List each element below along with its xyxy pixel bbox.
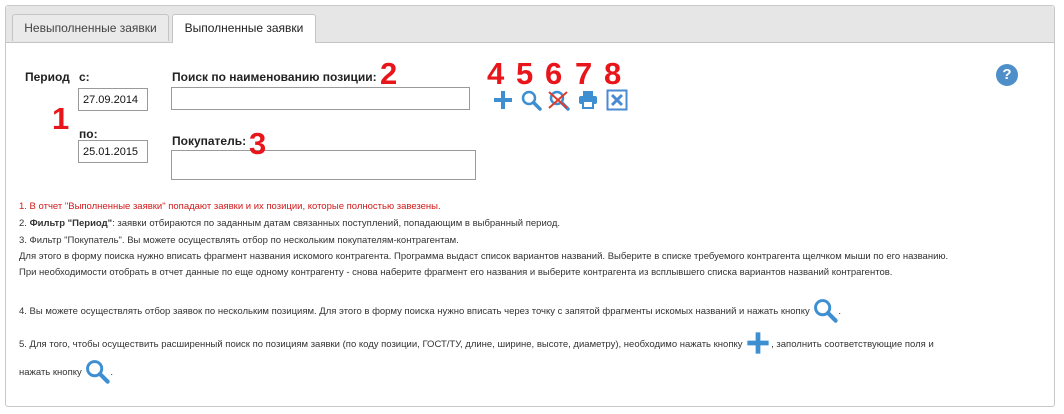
note-2-rest: : заявки отбираются по заданным датам св… <box>112 218 561 229</box>
note-4-end: . <box>838 306 841 318</box>
note-3-extra: При необходимости отобрать в отчет данны… <box>19 267 893 278</box>
note-4: 4. Вы можете осуществлять отбор заявок п… <box>19 297 841 326</box>
print-icon[interactable] <box>577 90 599 115</box>
help-icon[interactable]: ? <box>996 64 1018 86</box>
marker-1: 1 <box>52 101 70 136</box>
search-icon <box>812 297 839 326</box>
marker-7: 7 <box>575 56 593 91</box>
tab-completed-orders[interactable]: Выполненные заявки <box>172 14 316 43</box>
note-5b-text: нажать кнопку <box>19 367 82 379</box>
marker-6: 6 <box>545 56 563 91</box>
excel-icon[interactable] <box>606 89 628 116</box>
buyer-label: Покупатель: <box>172 134 247 148</box>
from-label: с: <box>79 70 90 84</box>
period-label: Период <box>25 70 70 84</box>
clear-search-icon[interactable] <box>547 89 571 116</box>
marker-4: 4 <box>487 56 505 91</box>
search-icon <box>84 358 111 387</box>
to-date-input[interactable] <box>78 140 148 163</box>
plus-icon[interactable] <box>492 89 514 116</box>
buyer-input[interactable] <box>171 150 476 180</box>
marker-8: 8 <box>604 56 622 91</box>
marker-3: 3 <box>249 126 267 161</box>
tab-bar: Невыполненные заявки Выполненные заявки <box>6 6 1054 43</box>
note-5-mid: , заполнить соответствующие поля и <box>771 339 934 351</box>
note-4-text: 4. Вы можете осуществлять отбор заявок п… <box>19 306 810 318</box>
note-5: 5. Для того, чтобы осуществить расширенн… <box>19 330 934 359</box>
note-2-prefix: 2. <box>19 218 30 229</box>
note-1: 1. В отчет "Выполненные заявки" попадают… <box>19 201 441 212</box>
note-3-detail: Для этого в форму поиска нужно вписать ф… <box>19 251 949 262</box>
to-label: по: <box>79 127 98 141</box>
note-5-text: 5. Для того, чтобы осуществить расширенн… <box>19 339 743 351</box>
search-label: Поиск по наименованию позиции: <box>172 70 377 84</box>
marker-5: 5 <box>516 56 534 91</box>
search-icon[interactable] <box>520 89 542 116</box>
note-5-continued: нажать кнопку . <box>19 358 113 387</box>
note-2: 2. Фильтр "Период": заявки отбираются по… <box>19 218 560 229</box>
from-date-input[interactable] <box>78 88 148 111</box>
note-3: 3. Фильтр "Покупатель". Вы можете осущес… <box>19 235 459 246</box>
plus-icon <box>745 330 771 359</box>
tab-pending-orders[interactable]: Невыполненные заявки <box>12 14 169 41</box>
note-5b-end: . <box>110 367 114 379</box>
marker-2: 2 <box>380 56 398 91</box>
note-2-bold: Фильтр "Период" <box>29 218 113 229</box>
position-search-input[interactable] <box>171 87 470 110</box>
